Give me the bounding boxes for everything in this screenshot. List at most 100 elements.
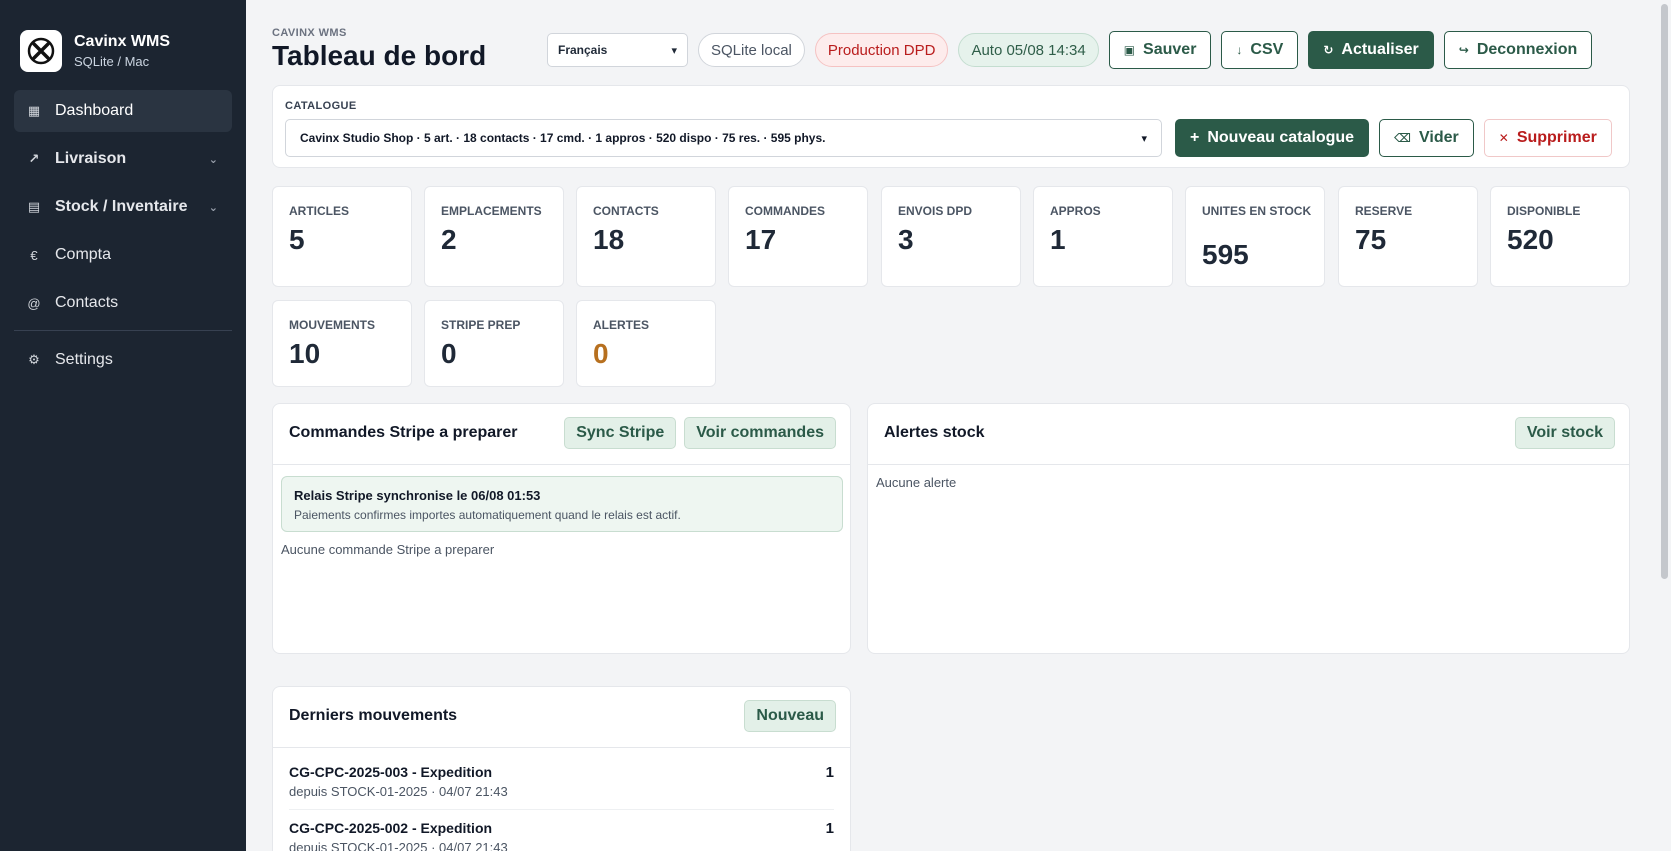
stat-card-envois-dpd: ENVOIS DPD 3 xyxy=(881,186,1021,287)
stat-label: ARTICLES xyxy=(289,204,349,218)
movement-qty: 1 xyxy=(825,764,834,781)
page-title: Tableau de bord xyxy=(272,40,487,71)
delete-catalogue-button[interactable]: ✕ Supprimer xyxy=(1483,119,1612,157)
new-catalogue-button[interactable]: + Nouveau catalogue xyxy=(1175,119,1370,157)
sidebar: Cavinx WMS SQLite / Mac ▦ Dashboard ↗ Li… xyxy=(0,0,246,851)
download-icon: ↓ xyxy=(1236,43,1243,57)
stripe-relay-notice: Relais Stripe synchronise le 06/08 01:53… xyxy=(281,476,843,532)
save-button[interactable]: ▣ Sauver xyxy=(1108,31,1212,69)
sidebar-item-label: Contacts xyxy=(55,294,119,311)
stat-value: 3 xyxy=(898,224,914,255)
arrow-up-right-icon: ↗ xyxy=(28,151,40,166)
logout-label: Deconnexion xyxy=(1476,41,1578,58)
sidebar-item-stock[interactable]: ▤ Stock / Inventaire ⌄ xyxy=(14,186,232,228)
language-select[interactable]: Français ▾ xyxy=(547,33,688,67)
sidebar-item-label: Compta xyxy=(55,246,112,263)
view-stock-button[interactable]: Voir stock xyxy=(1514,417,1615,449)
new-movement-button[interactable]: Nouveau xyxy=(744,700,836,732)
stat-card-mouvements: MOUVEMENTS 10 xyxy=(272,300,412,387)
delete-label: Supprimer xyxy=(1516,129,1597,146)
sidebar-item-compta[interactable]: € Compta xyxy=(14,234,232,276)
movement-details: depuis STOCK-01-2025 · 04/07 21:43 xyxy=(289,784,508,799)
language-value: Français xyxy=(558,43,608,57)
panel-title: Alertes stock xyxy=(884,424,985,441)
clear-catalogue-button[interactable]: ⌫ Vider xyxy=(1379,119,1474,157)
stat-label: MOUVEMENTS xyxy=(289,318,376,332)
stat-value: 75 xyxy=(1355,224,1387,255)
table-row[interactable]: CG-CPC-2025-002 - Expedition depuis STOC… xyxy=(289,810,834,851)
catalogue-card: CATALOGUE Cavinx Studio Shop · 5 art. · … xyxy=(272,85,1630,168)
stat-label: EMPLACEMENTS xyxy=(441,204,542,218)
movement-title: CG-CPC-2025-002 - Expedition xyxy=(289,820,493,836)
stat-label: CONTACTS xyxy=(593,204,659,218)
catalogue-select[interactable]: Cavinx Studio Shop · 5 art. · 18 contact… xyxy=(285,119,1162,157)
app-name: Cavinx WMS xyxy=(74,33,171,50)
page-header: CAVINX WMS Tableau de bord Français ▾ SQ… xyxy=(272,24,1662,74)
chevron-down-icon: ▾ xyxy=(1141,132,1147,145)
chevron-down-icon: ⌄ xyxy=(208,154,218,166)
brand: Cavinx WMS SQLite / Mac xyxy=(0,0,246,80)
notice-text: Paiements confirmes importes automatique… xyxy=(294,508,681,522)
stat-value: 17 xyxy=(745,224,777,255)
panel-divider xyxy=(273,747,850,748)
euro-icon: € xyxy=(30,247,38,263)
sync-stripe-button[interactable]: Sync Stripe xyxy=(564,417,677,449)
stat-value: 0 xyxy=(441,338,457,369)
erase-icon: ⌫ xyxy=(1394,131,1412,145)
auto-sync-badge: Auto 05/08 14:34 xyxy=(958,33,1099,67)
panel-actions: Nouveau xyxy=(736,700,836,732)
stat-value: 595 xyxy=(1202,239,1249,270)
stat-label: STRIPE PREP xyxy=(441,318,521,332)
stat-card-unites-en-stock: UNITES EN STOCK 595 xyxy=(1185,186,1325,287)
stat-card-stripe-prep: STRIPE PREP 0 xyxy=(424,300,564,387)
save-icon: ▣ xyxy=(1123,43,1136,57)
stat-label: DISPONIBLE xyxy=(1507,204,1581,218)
new-catalogue-label: Nouveau catalogue xyxy=(1207,129,1355,146)
stat-label: APPROS xyxy=(1050,204,1101,218)
stat-card-contacts: CONTACTS 18 xyxy=(576,186,716,287)
sidebar-item-label: Dashboard xyxy=(55,102,134,119)
stat-card-alertes: ALERTES 0 xyxy=(576,300,716,387)
sidebar-item-dashboard[interactable]: ▦ Dashboard xyxy=(14,90,232,132)
sidebar-item-contacts[interactable]: @ Contacts xyxy=(14,282,232,324)
gear-icon: ⚙ xyxy=(28,352,40,367)
stat-label: COMMANDES xyxy=(745,204,825,218)
csv-button[interactable]: ↓ CSV xyxy=(1221,31,1299,69)
view-orders-button[interactable]: Voir commandes xyxy=(684,417,836,449)
header-toolbar: Français ▾ SQLite local Production DPD A… xyxy=(547,31,1593,69)
stripe-orders-panel: Commandes Stripe a preparer Sync Stripe … xyxy=(272,403,851,654)
logout-button[interactable]: ↪ Deconnexion xyxy=(1443,31,1593,69)
stat-label: ALERTES xyxy=(593,318,650,332)
catalogue-value: Cavinx Studio Shop · 5 art. · 18 contact… xyxy=(300,131,826,145)
sidebar-item-label: Livraison xyxy=(55,150,127,167)
sidebar-item-livraison[interactable]: ↗ Livraison ⌄ xyxy=(14,138,232,180)
db-status-badge: SQLite local xyxy=(698,33,805,67)
stat-value: 2 xyxy=(441,224,457,255)
scrollbar-thumb[interactable] xyxy=(1661,4,1668,579)
catalogue-label: CATALOGUE xyxy=(285,100,357,112)
panel-title: Commandes Stripe a preparer xyxy=(289,424,518,441)
stat-card-articles: ARTICLES 5 xyxy=(272,186,412,287)
catalogue-actions: + Nouveau catalogue ⌫ Vider ✕ Supprimer xyxy=(1175,119,1612,157)
stat-label: ENVOIS DPD xyxy=(898,204,973,218)
stat-value: 1 xyxy=(1050,224,1066,255)
app-logo-icon xyxy=(20,30,62,72)
save-label: Sauver xyxy=(1143,41,1197,58)
env-status-badge: Production DPD xyxy=(814,33,949,67)
refresh-icon: ↻ xyxy=(1323,43,1334,57)
refresh-label: Actualiser xyxy=(1341,41,1419,58)
panel-title: Derniers mouvements xyxy=(289,707,458,724)
table-row[interactable]: CG-CPC-2025-003 - Expedition depuis STOC… xyxy=(289,754,834,810)
stat-value: 10 xyxy=(289,338,321,369)
refresh-button[interactable]: ↻ Actualiser xyxy=(1308,31,1434,69)
page-scrollbar[interactable] xyxy=(1657,0,1671,851)
logout-icon: ↪ xyxy=(1458,43,1469,57)
chevron-down-icon: ⌄ xyxy=(208,202,218,214)
plus-icon: + xyxy=(1190,129,1200,146)
sidebar-item-settings[interactable]: ⚙ Settings xyxy=(14,339,232,381)
movements-panel: Derniers mouvements Nouveau CG-CPC-2025-… xyxy=(272,686,851,851)
sidebar-item-label: Settings xyxy=(55,351,113,368)
movement-details: depuis STOCK-01-2025 · 04/07 21:43 xyxy=(289,840,508,851)
panel-divider xyxy=(868,464,1629,465)
movement-title: CG-CPC-2025-003 - Expedition xyxy=(289,764,493,780)
